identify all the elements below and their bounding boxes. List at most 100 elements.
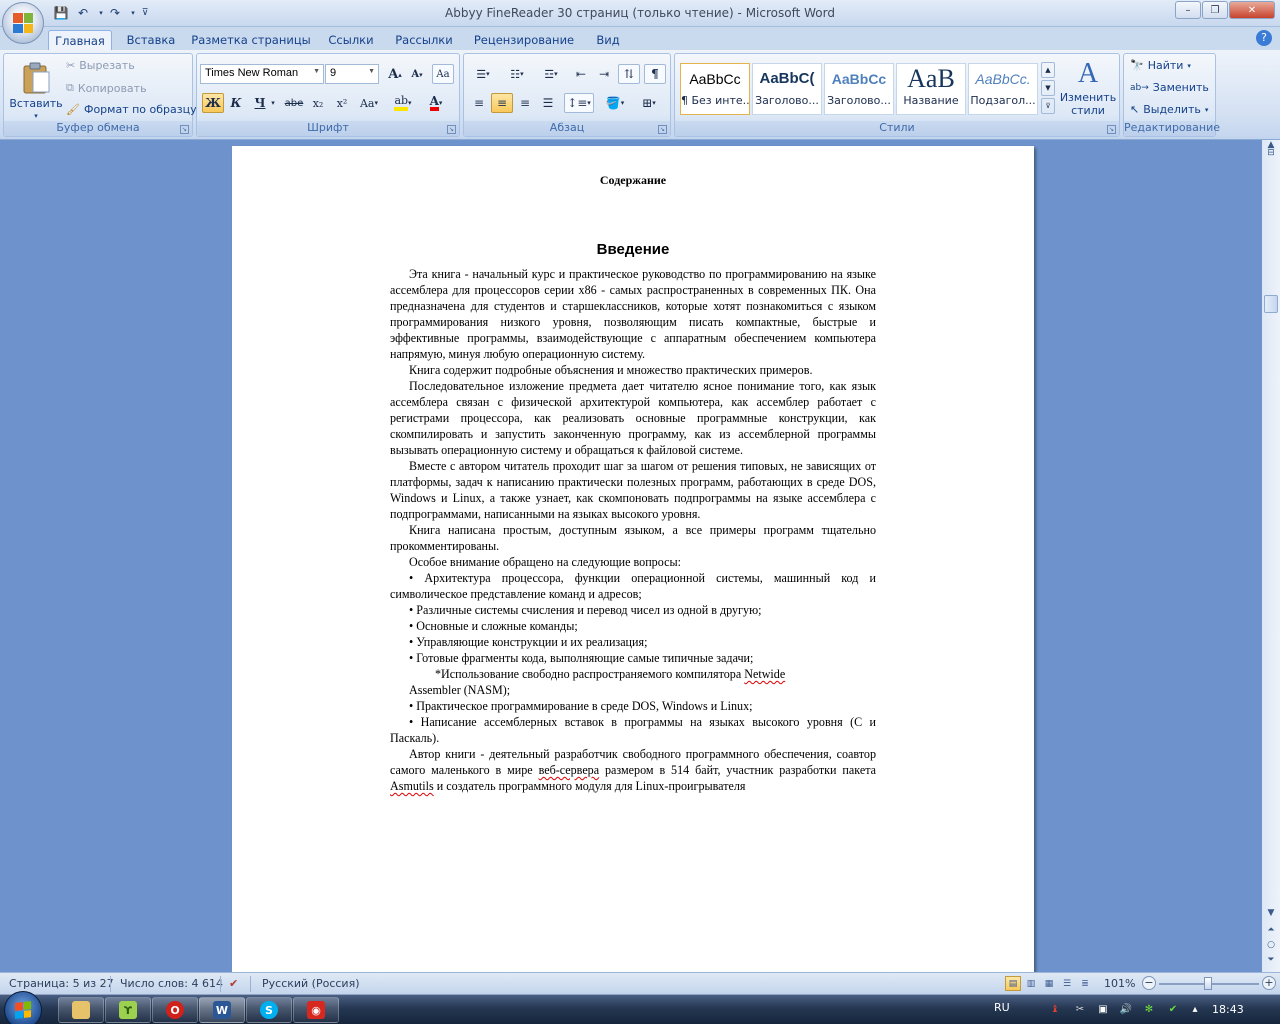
style-no-spacing[interactable]: AaBbCc ¶ Без инте... xyxy=(680,63,750,115)
zoom-slider-thumb[interactable] xyxy=(1204,977,1212,990)
save-icon[interactable]: 💾 xyxy=(52,4,70,22)
tab-home[interactable]: Главная xyxy=(48,30,112,50)
tray-app-icon[interactable]: ♝ xyxy=(1048,1002,1062,1016)
tray-tools-icon[interactable]: ✂ xyxy=(1073,1002,1087,1016)
copy-button[interactable]: ⧉ Копировать xyxy=(66,81,147,95)
tab-page-layout[interactable]: Разметка страницы xyxy=(190,30,312,50)
zoom-in-button[interactable]: + xyxy=(1262,976,1276,990)
subscript-button[interactable]: x₂ xyxy=(307,93,329,113)
language-indicator[interactable]: Русский (Россия) xyxy=(262,977,360,990)
document-body[interactable]: Эта книга - начальный курс и практическо… xyxy=(390,266,876,794)
tab-references[interactable]: Ссылки xyxy=(322,30,380,50)
clear-formatting-button[interactable]: Aa xyxy=(432,64,454,84)
taskbar-explorer[interactable] xyxy=(58,997,104,1023)
zoom-level[interactable]: 101% xyxy=(1104,977,1135,990)
style-heading-1[interactable]: AaBbC( Заголово... xyxy=(752,63,822,115)
shading-button[interactable]: 🪣 ▾ xyxy=(600,93,630,113)
page-indicator[interactable]: Страница: 5 из 27 xyxy=(9,977,114,990)
proofing-icon[interactable]: ✔ xyxy=(229,977,238,990)
styles-more-icon[interactable]: ⊽ xyxy=(1041,98,1055,114)
previous-page-icon[interactable]: ⏶ xyxy=(1263,925,1279,935)
underline-dropdown-icon[interactable]: ▾ xyxy=(267,93,279,113)
increase-indent-button[interactable]: ⇥ xyxy=(593,64,615,84)
show-formatting-button[interactable]: ¶ xyxy=(644,64,666,84)
select-button[interactable]: ↖ Выделить ▾ xyxy=(1130,103,1208,116)
font-name-combo[interactable]: Times New Roman ▼ xyxy=(200,64,324,84)
minimize-button[interactable]: – xyxy=(1175,1,1201,19)
taskbar-skype[interactable]: S xyxy=(246,997,292,1023)
close-button[interactable]: ✕ xyxy=(1229,1,1275,19)
office-button[interactable] xyxy=(2,2,44,44)
full-screen-reading-view-icon[interactable]: ▥ xyxy=(1023,976,1039,991)
maximize-button[interactable]: ❐ xyxy=(1202,1,1228,19)
input-language[interactable]: RU xyxy=(994,1001,1010,1014)
tab-mailings[interactable]: Рассылки xyxy=(390,30,458,50)
help-icon[interactable]: ? xyxy=(1256,30,1272,46)
style-title[interactable]: AaB Название xyxy=(896,63,966,115)
tab-review[interactable]: Рецензирование xyxy=(468,30,580,50)
styles-scroll-up-icon[interactable]: ▲ xyxy=(1041,62,1055,78)
scroll-thumb[interactable] xyxy=(1264,295,1278,313)
clipboard-launcher-icon[interactable]: ↘ xyxy=(180,125,189,134)
tray-security-icon[interactable]: ✔ xyxy=(1166,1002,1180,1016)
misspelled-word[interactable]: веб-сервера xyxy=(539,763,600,777)
decrease-indent-button[interactable]: ⇤ xyxy=(570,64,592,84)
vertical-scrollbar[interactable]: ⊟ ▲ ▼ ⏶ ○ ⏷ xyxy=(1262,140,1280,972)
misspelled-word[interactable]: Asmutils xyxy=(390,779,434,793)
change-styles-button[interactable]: A Изменить стили xyxy=(1059,58,1117,117)
style-heading-2[interactable]: AaBbCc Заголово... xyxy=(824,63,894,115)
draft-view-icon[interactable]: ≣ xyxy=(1077,976,1093,991)
select-browse-object-icon[interactable]: ○ xyxy=(1263,940,1279,950)
outline-view-icon[interactable]: ☰ xyxy=(1059,976,1075,991)
sort-button[interactable]: ⇅ xyxy=(618,64,640,84)
taskbar-opera[interactable]: O xyxy=(152,997,198,1023)
change-case-button[interactable]: Aa ▾ xyxy=(355,93,383,113)
align-center-button[interactable]: ≡ xyxy=(491,93,513,113)
cut-button[interactable]: ✂ Вырезать xyxy=(66,59,135,72)
format-painter-button[interactable]: 🖌 Формат по образцу xyxy=(66,103,197,116)
start-button[interactable] xyxy=(4,991,42,1024)
justify-button[interactable]: ☰ xyxy=(537,93,559,113)
scroll-up-icon[interactable]: ▲ xyxy=(1263,140,1279,150)
paste-button[interactable]: Вставить ▾ xyxy=(8,56,64,120)
undo-icon[interactable]: ↶ xyxy=(74,4,92,22)
bold-button[interactable]: Ж xyxy=(202,93,224,113)
scroll-down-icon[interactable]: ▼ xyxy=(1263,908,1279,918)
replace-button[interactable]: ab→ Заменить xyxy=(1130,81,1209,94)
tray-expand-icon[interactable]: ▴ xyxy=(1188,1002,1202,1016)
web-layout-view-icon[interactable]: ▦ xyxy=(1041,976,1057,991)
shrink-font-button[interactable]: A ▾ xyxy=(406,64,428,84)
customize-qat-icon[interactable]: ⊽ xyxy=(136,4,154,22)
tray-volume-icon[interactable]: 🔊 xyxy=(1119,1002,1133,1016)
taskbar-word[interactable]: W xyxy=(199,997,245,1023)
grow-font-button[interactable]: A ▴ xyxy=(384,64,406,84)
print-layout-view-icon[interactable]: ▤ xyxy=(1005,976,1021,991)
tab-view[interactable]: Вид xyxy=(590,30,626,50)
styles-scroll-down-icon[interactable]: ▼ xyxy=(1041,80,1055,96)
font-color-button[interactable]: A ▾ xyxy=(421,93,451,113)
redo-icon[interactable]: ↷ xyxy=(106,4,124,22)
align-left-button[interactable]: ≡ xyxy=(468,93,490,113)
font-size-combo[interactable]: 9 ▼ xyxy=(325,64,379,84)
paragraph-launcher-icon[interactable]: ↘ xyxy=(658,125,667,134)
style-subtitle[interactable]: AaBbCc. Подзагол... xyxy=(968,63,1038,115)
font-launcher-icon[interactable]: ↘ xyxy=(447,125,456,134)
borders-button[interactable]: ⊞ ▾ xyxy=(634,93,664,113)
superscript-button[interactable]: x² xyxy=(331,93,353,113)
tab-insert[interactable]: Вставка xyxy=(122,30,180,50)
line-spacing-button[interactable]: ↕≡ ▾ xyxy=(564,93,594,113)
next-page-icon[interactable]: ⏷ xyxy=(1263,955,1279,965)
misspelled-word[interactable]: Netwide xyxy=(744,667,785,681)
italic-button[interactable]: К xyxy=(225,93,247,113)
numbering-button[interactable]: ☷ ▾ xyxy=(502,64,532,84)
document-page[interactable]: Содержание Введение Эта книга - начальны… xyxy=(232,146,1034,972)
tray-app-green-icon[interactable]: ✻ xyxy=(1142,1002,1156,1016)
strikethrough-button[interactable]: abe xyxy=(283,93,305,113)
align-right-button[interactable]: ≡ xyxy=(514,93,536,113)
zoom-out-button[interactable]: − xyxy=(1142,976,1156,990)
taskbar-app[interactable]: ϒ xyxy=(105,997,151,1023)
tray-network-icon[interactable]: ▣ xyxy=(1096,1002,1110,1016)
multilevel-list-button[interactable]: ☲ ▾ xyxy=(536,64,566,84)
highlight-button[interactable]: ab ▾ xyxy=(389,93,417,113)
bullets-button[interactable]: ☰ ▾ xyxy=(468,64,498,84)
